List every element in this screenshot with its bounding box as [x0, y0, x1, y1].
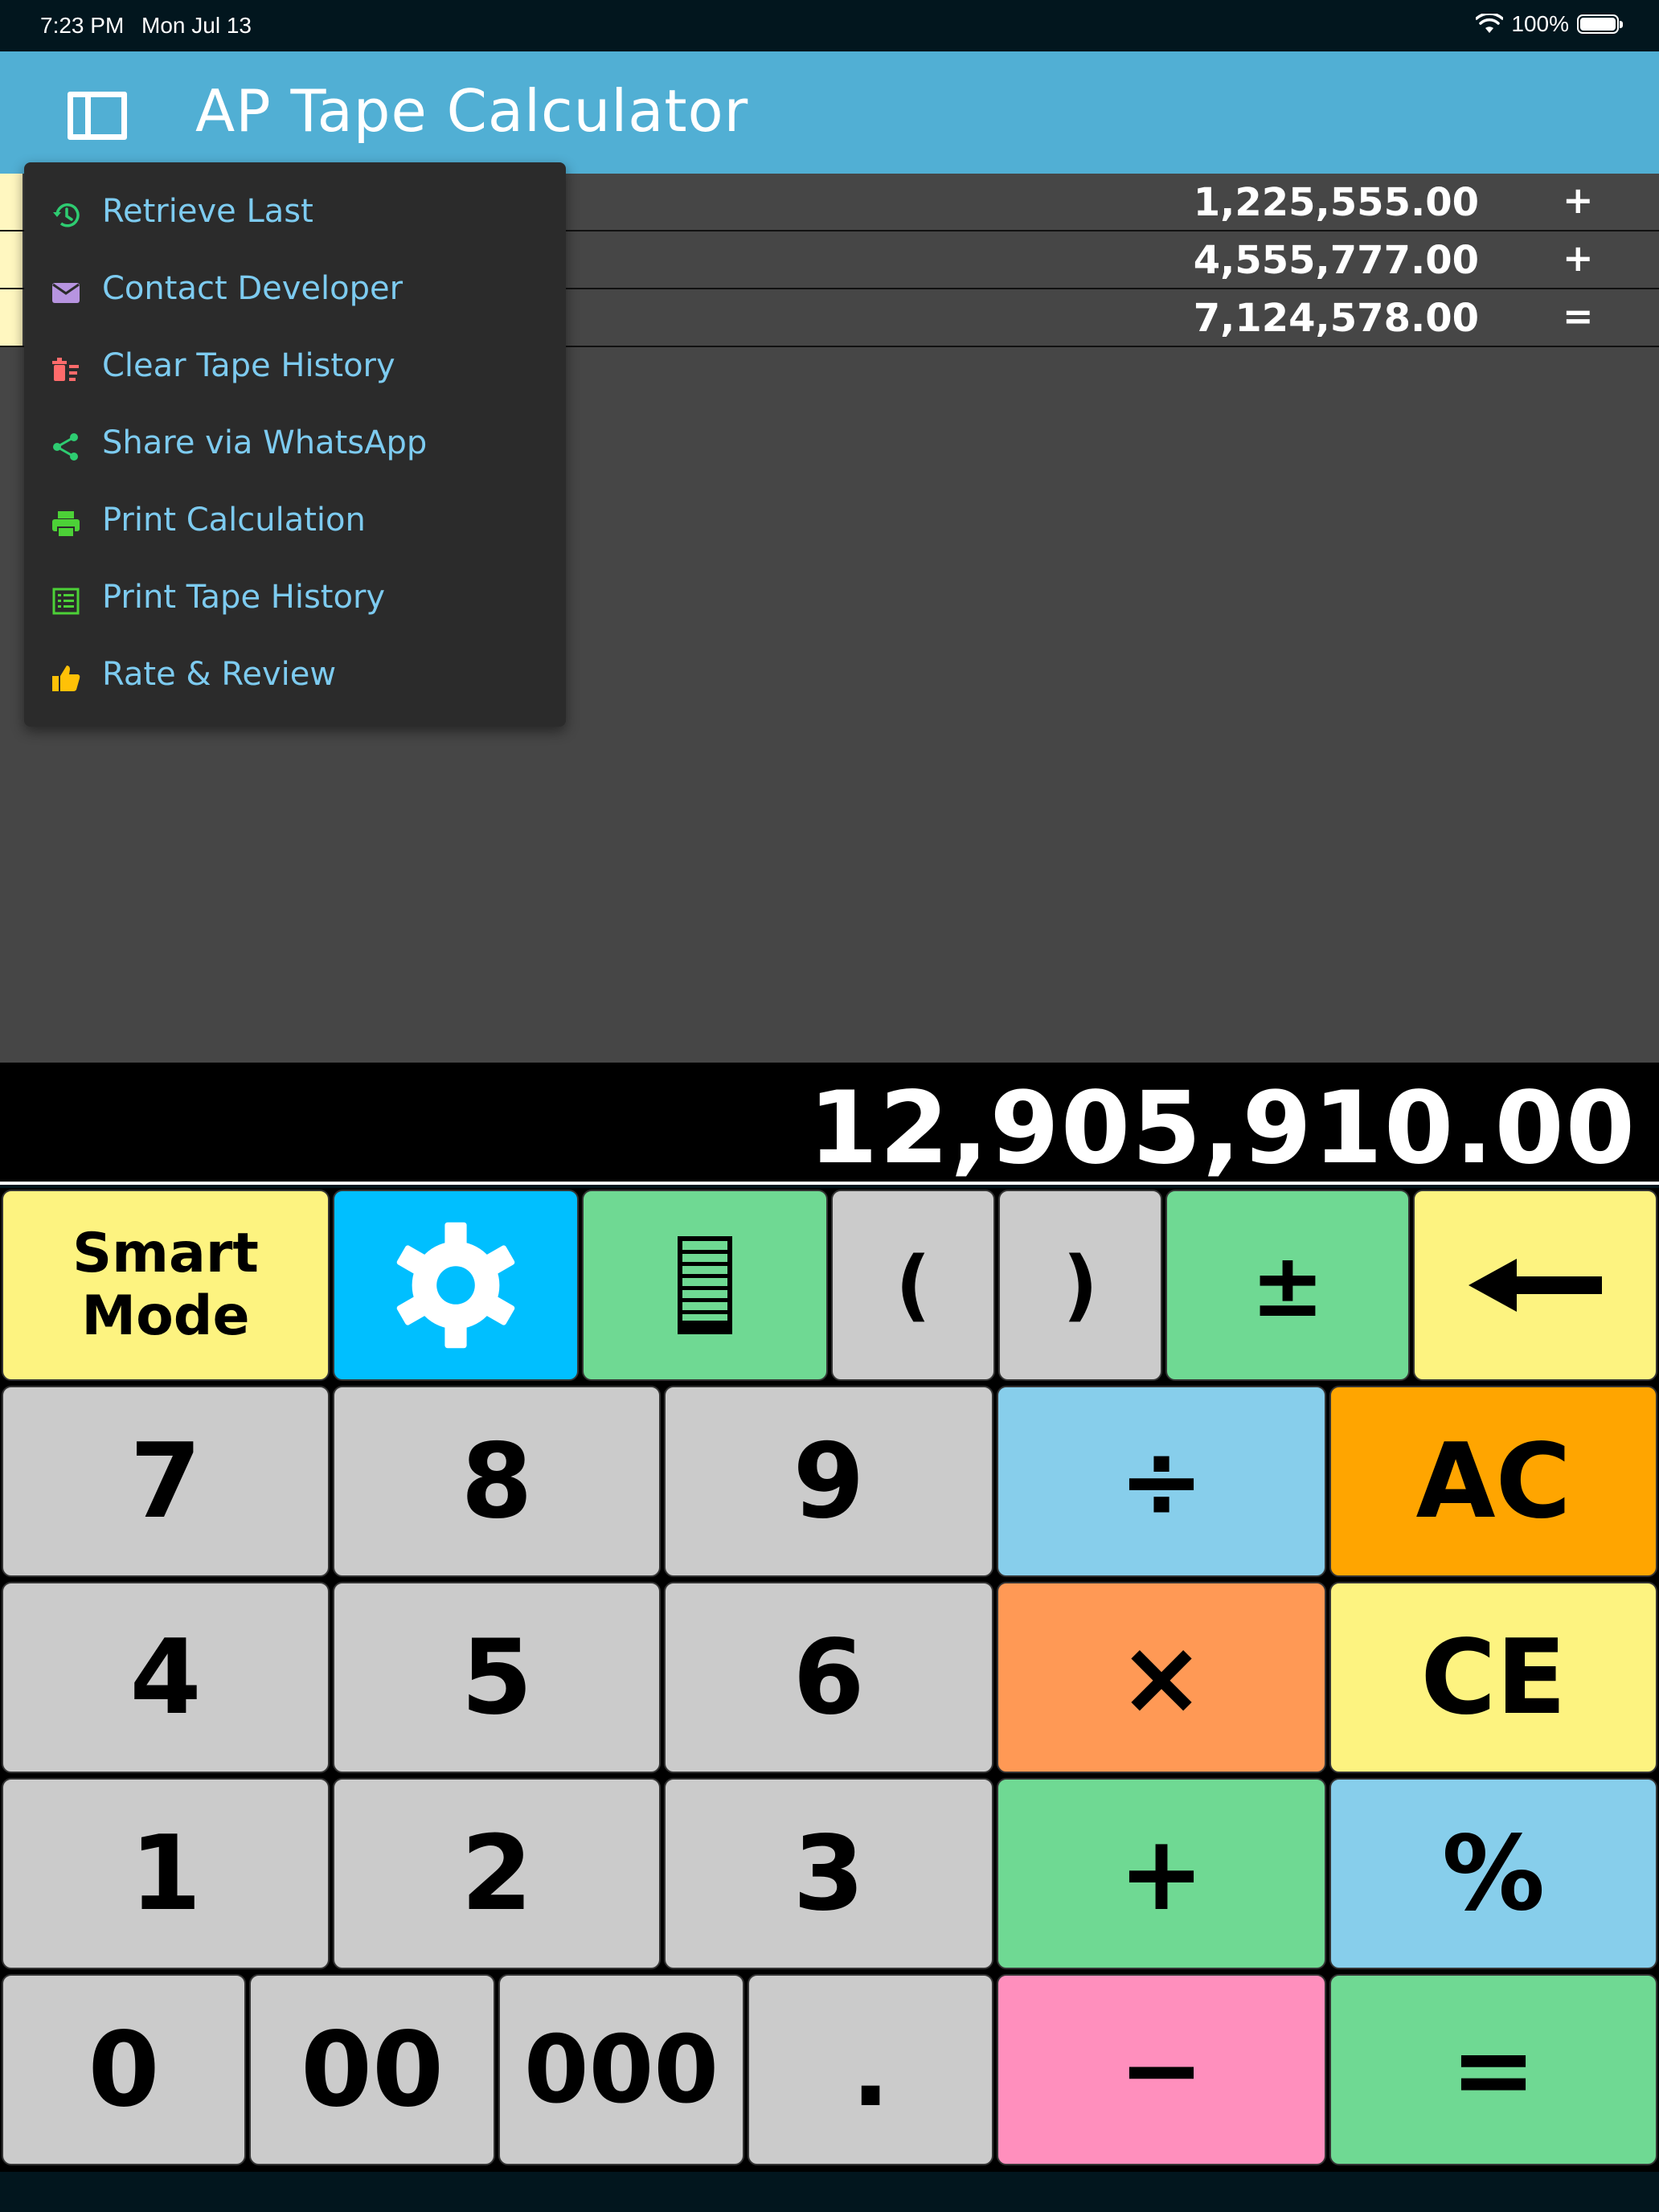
tape-operator: = [1563, 294, 1594, 338]
menu-item-contact-developer[interactable]: Contact Developer [24, 252, 566, 330]
tape-amount: 1,225,555.00 [1193, 180, 1479, 225]
menu-item-label: Share via WhatsApp [102, 424, 428, 461]
menu-item-retrieve-last[interactable]: Retrieve Last [24, 175, 566, 252]
menu-item-share-whatsapp[interactable]: Share via WhatsApp [24, 407, 566, 484]
battery-icon [1577, 14, 1623, 34]
delete-sweep-icon [52, 358, 79, 381]
menu-item-label: Rate & Review [102, 656, 337, 693]
tape-amount: 4,555,777.00 [1193, 238, 1479, 283]
divide-button[interactable]: ÷ [997, 1386, 1326, 1577]
tape-operator: + [1563, 178, 1594, 222]
equals-button[interactable]: = [1329, 1974, 1657, 2165]
decimal-button[interactable]: . [748, 1974, 993, 2165]
menu-item-label: Contact Developer [102, 270, 403, 307]
app-title: AP Tape Calculator [195, 77, 749, 145]
digit-5-button[interactable]: 5 [333, 1582, 661, 1773]
smart-mode-button[interactable]: Smart Mode [2, 1190, 330, 1381]
thumbs-up-icon [52, 666, 80, 691]
history-icon [53, 203, 80, 227]
gear-icon [396, 1222, 515, 1349]
digit-2-button[interactable]: 2 [333, 1778, 661, 1969]
tape-row-marker [0, 174, 23, 230]
settings-button[interactable] [333, 1190, 579, 1381]
app-bar: AP Tape Calculator [0, 51, 1659, 174]
keypad: Smart Mode ( ) ± 7 8 9 ÷ AC 4 5 6 × CE 1… [0, 1188, 1659, 2172]
digit-7-button[interactable]: 7 [2, 1386, 330, 1577]
result-display: 0 12,905,910.00 [0, 1063, 1659, 2207]
menu-item-label: Retrieve Last [102, 193, 313, 230]
status-indicators: 100% [1476, 11, 1623, 37]
smart-mode-label: Smart Mode [72, 1221, 259, 1348]
digit-3-button[interactable]: 3 [664, 1778, 993, 1969]
menu-item-label: Print Tape History [102, 579, 386, 616]
status-time: 7:23 PM [40, 13, 125, 38]
close-paren-button[interactable]: ) [998, 1190, 1162, 1381]
menu-item-clear-tape-history[interactable]: Clear Tape History [24, 330, 566, 407]
plus-minus-button[interactable]: ± [1165, 1190, 1410, 1381]
tape-operator: + [1563, 236, 1594, 280]
add-button[interactable]: + [997, 1778, 1326, 1969]
digit-9-button[interactable]: 9 [664, 1386, 993, 1577]
tape-row-marker [0, 231, 23, 288]
all-clear-button[interactable]: AC [1329, 1386, 1657, 1577]
menu-item-label: Print Calculation [102, 502, 366, 539]
display-value: 12,905,910.00 [808, 1071, 1636, 1186]
percent-button[interactable]: % [1329, 1778, 1657, 1969]
wifi-icon [1476, 14, 1504, 33]
options-menu: Retrieve Last Contact Developer Clear Ta… [24, 162, 566, 727]
tape-amount: 7,124,578.00 [1193, 296, 1479, 341]
status-bar: 7:23 PM Mon Jul 13 100% [0, 0, 1659, 51]
sidebar-toggle-icon[interactable] [68, 92, 127, 140]
menu-item-print-tape-history[interactable]: Print Tape History [24, 561, 566, 638]
backspace-arrow-icon [1469, 1259, 1602, 1312]
menu-item-rate-review[interactable]: Rate & Review [24, 638, 566, 715]
clear-entry-button[interactable]: CE [1329, 1582, 1657, 1773]
status-date: Mon Jul 13 [141, 13, 252, 38]
digit-0-button[interactable]: 0 [2, 1974, 246, 2165]
share-icon [53, 433, 78, 461]
multiply-button[interactable]: × [997, 1582, 1326, 1773]
digit-8-button[interactable]: 8 [333, 1386, 661, 1577]
printer-icon [52, 511, 80, 538]
battery-percent: 100% [1511, 11, 1569, 36]
open-paren-button[interactable]: ( [831, 1190, 995, 1381]
digit-4-button[interactable]: 4 [2, 1582, 330, 1773]
triple-zero-button[interactable]: 000 [498, 1974, 744, 2165]
double-zero-button[interactable]: 00 [249, 1974, 495, 2165]
digit-6-button[interactable]: 6 [664, 1582, 993, 1773]
tape-row-marker [0, 289, 23, 346]
mail-icon [52, 283, 80, 303]
tape-view-button[interactable] [582, 1190, 828, 1381]
list-icon [52, 588, 80, 615]
digit-1-button[interactable]: 1 [2, 1778, 330, 1969]
menu-item-print-calculation[interactable]: Print Calculation [24, 484, 566, 561]
menu-item-label: Clear Tape History [102, 347, 395, 384]
home-indicator-area [0, 2172, 1659, 2212]
tape-icon [678, 1236, 732, 1334]
backspace-button[interactable] [1413, 1190, 1657, 1381]
subtract-button[interactable]: − [997, 1974, 1326, 2165]
